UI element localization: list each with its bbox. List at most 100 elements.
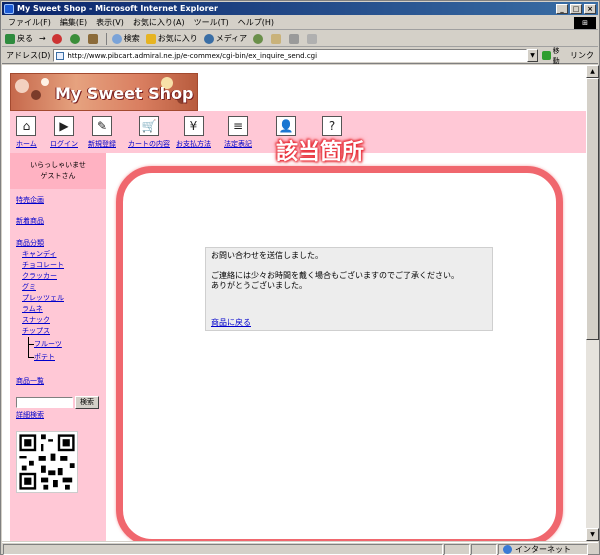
menu-bar: ファイル(F) 編集(E) 表示(V) お気に入り(A) ツール(T) ヘルプ(… <box>2 16 598 30</box>
nav-help[interactable]: ? <box>322 116 342 139</box>
go-button[interactable]: 移動 <box>542 47 566 65</box>
nav-user[interactable]: 👤 <box>276 116 296 139</box>
nav-login[interactable]: ▶ ログイン <box>50 116 78 149</box>
category-gummy[interactable]: グミ <box>22 282 36 292</box>
highlight-frame <box>116 166 563 541</box>
address-bar: アドレス(D) http://www.pibcart.admiral.ne.jp… <box>2 47 598 65</box>
menu-help[interactable]: ヘルプ(H) <box>238 17 274 28</box>
home-icon: ⌂ <box>16 116 37 136</box>
nav-payment[interactable]: ¥ お支払方法 <box>176 116 211 149</box>
page-viewport: My Sweet Shop ⌂ ホーム ▶ ログイン ✎ 新規登録 🛒 カートの… <box>2 65 586 541</box>
back-button[interactable]: 戻る <box>5 33 33 44</box>
cart-icon: 🛒 <box>139 116 159 136</box>
menu-tools[interactable]: ツール(T) <box>194 17 229 28</box>
nav-legal-label: 法定表記 <box>224 140 252 148</box>
category-candy[interactable]: キャンディ <box>22 249 57 259</box>
category-ramune[interactable]: ラムネ <box>22 304 43 314</box>
address-input[interactable]: http://www.pibcart.admiral.ne.jp/e-comme… <box>53 49 527 62</box>
sidebar-category-title[interactable]: 商品分類 <box>16 238 44 248</box>
nav-register-label: 新規登録 <box>88 140 116 148</box>
history-button[interactable] <box>253 33 265 44</box>
close-button[interactable]: × <box>584 3 596 14</box>
address-dropdown-button[interactable]: ▼ <box>527 49 538 62</box>
welcome-greeting: いらっしゃいませ <box>30 161 86 169</box>
stop-button[interactable] <box>51 33 64 44</box>
nav-register[interactable]: ✎ 新規登録 <box>88 116 116 149</box>
back-label: 戻る <box>17 34 33 43</box>
security-zone: インターネット <box>498 543 588 555</box>
nav-home[interactable]: ⌂ ホーム <box>16 116 37 149</box>
menu-favorites[interactable]: お気に入り(A) <box>133 17 185 28</box>
media-button[interactable]: メディア <box>203 33 247 44</box>
menu-view[interactable]: 表示(V) <box>96 17 124 28</box>
favorites-label: お気に入り <box>157 34 198 43</box>
stop-icon <box>51 33 62 44</box>
security-zone-label: インターネット <box>515 544 571 554</box>
category-chips[interactable]: チップス <box>22 326 50 336</box>
go-arrow-icon <box>542 51 551 60</box>
shop-logo[interactable]: My Sweet Shop <box>10 73 198 111</box>
vertical-scrollbar[interactable]: ▲ ▼ <box>586 65 599 541</box>
qr-code-image <box>16 431 78 493</box>
page-icon <box>56 51 65 60</box>
category-cracker[interactable]: クラッカー <box>22 271 57 281</box>
minimize-button[interactable]: _ <box>556 3 568 14</box>
category-pretzel[interactable]: プレッツェル <box>22 293 64 303</box>
scroll-up-arrow-icon[interactable]: ▲ <box>586 65 599 78</box>
sidebar-search-input[interactable] <box>16 397 73 408</box>
tree-line-vertical <box>28 337 29 357</box>
sidebar-search-button[interactable]: 検索 <box>75 396 99 409</box>
home-button[interactable] <box>87 33 100 44</box>
refresh-button[interactable] <box>69 33 82 44</box>
address-label: アドレス(D) <box>6 51 51 60</box>
back-arrow-icon <box>5 33 15 44</box>
search-icon <box>111 33 122 44</box>
sidebar-link-advanced-search[interactable]: 詳細検索 <box>16 410 44 420</box>
category-chocolate[interactable]: チョコレート <box>22 260 64 270</box>
mail-button[interactable] <box>271 33 283 44</box>
favorites-button[interactable]: お気に入り <box>145 33 198 44</box>
menu-file[interactable]: ファイル(F) <box>8 17 51 28</box>
favorites-star-icon <box>145 33 156 44</box>
sidebar-link-new-items[interactable]: 新着商品 <box>16 216 44 226</box>
login-icon: ▶ <box>54 116 74 136</box>
legal-document-icon: ≡ <box>228 116 248 136</box>
nav-legal[interactable]: ≡ 法定表記 <box>224 116 252 149</box>
forward-button[interactable]: → <box>39 34 46 43</box>
links-button[interactable]: リンク <box>570 50 594 61</box>
logo-text: My Sweet Shop <box>55 84 194 103</box>
home-icon <box>87 33 98 44</box>
address-url: http://www.pibcart.admiral.ne.jp/e-comme… <box>67 51 318 60</box>
nav-cart-label: カートの内容 <box>128 140 170 148</box>
menu-edit[interactable]: 編集(E) <box>60 17 87 28</box>
window-title: My Sweet Shop - Microsoft Internet Explo… <box>17 4 218 13</box>
register-pen-icon: ✎ <box>92 116 112 136</box>
status-text-cell <box>3 543 443 555</box>
forward-arrow-icon: → <box>39 34 46 43</box>
subcategory-potato[interactable]: ポテト <box>34 352 55 362</box>
payment-yen-icon: ¥ <box>183 116 204 136</box>
go-label: 移動 <box>552 46 560 65</box>
category-snack[interactable]: スナック <box>22 315 50 325</box>
nav-cart[interactable]: 🛒 カートの内容 <box>128 116 170 149</box>
subcategory-fruits[interactable]: フルーツ <box>34 339 62 349</box>
user-icon: 👤 <box>276 116 296 136</box>
internet-explorer-icon <box>4 3 14 14</box>
welcome-user: ゲストさん <box>40 172 76 180</box>
refresh-icon <box>69 33 80 44</box>
highlight-label: 該当箇所 <box>275 140 364 165</box>
print-icon <box>289 33 300 44</box>
scroll-down-arrow-icon[interactable]: ▼ <box>586 528 599 541</box>
history-icon <box>253 33 264 44</box>
search-button[interactable]: 検索 <box>111 33 140 44</box>
nav-login-label: ログイン <box>50 140 78 148</box>
mail-icon <box>271 33 282 44</box>
sidebar-link-special[interactable]: 特売企画 <box>16 195 44 205</box>
maximize-button[interactable]: □ <box>570 3 582 14</box>
windows-flag-icon: ⊞ <box>574 17 596 29</box>
scroll-thumb[interactable] <box>586 78 599 340</box>
help-icon: ? <box>322 116 342 136</box>
print-button[interactable] <box>289 33 301 44</box>
edit-button[interactable] <box>307 33 319 44</box>
sidebar-link-item-list[interactable]: 商品一覧 <box>16 376 44 386</box>
